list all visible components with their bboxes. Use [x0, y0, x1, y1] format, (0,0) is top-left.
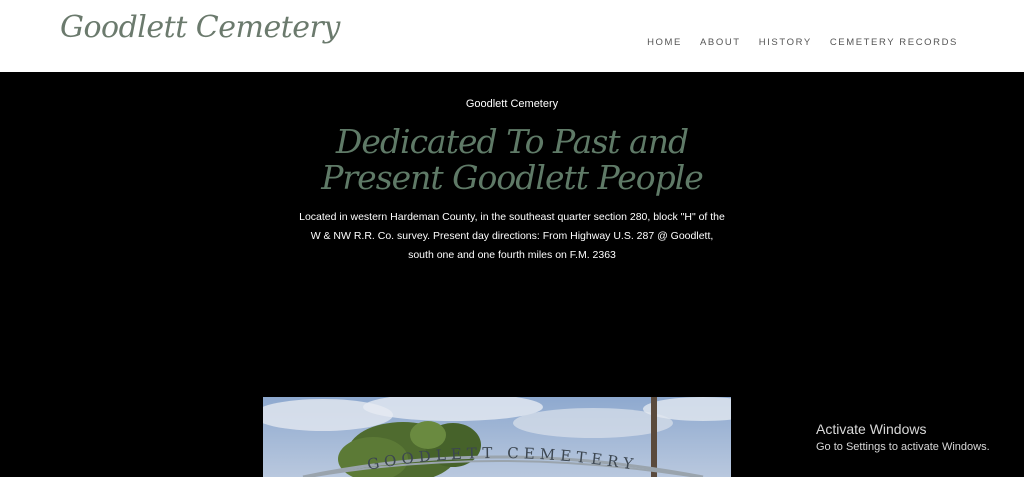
- cemetery-gate-illustration: GOODLETT CEMETERY: [263, 397, 731, 477]
- site-header: Goodlett Cemetery HOME ABOUT HISTORY CEM…: [0, 0, 1024, 72]
- watermark-subtitle: Go to Settings to activate Windows.: [816, 441, 990, 453]
- activate-windows-watermark: Activate Windows Go to Settings to activ…: [816, 421, 990, 455]
- hero-title-line-2: Present Goodlett People: [321, 158, 704, 197]
- hero-subtitle: Goodlett Cemetery: [465, 98, 559, 110]
- nav-cemetery-records[interactable]: CEMETERY RECORDS: [830, 37, 958, 48]
- hero-title-line-1: Dedicated To Past and: [335, 122, 689, 161]
- site-title[interactable]: Goodlett Cemetery: [60, 10, 340, 45]
- hero-description: Located in western Hardeman County, in t…: [299, 211, 725, 261]
- cemetery-gate-photo: GOODLETT CEMETERY: [263, 397, 731, 477]
- main-nav: HOME ABOUT HISTORY CEMETERY RECORDS: [647, 37, 958, 48]
- nav-about[interactable]: ABOUT: [700, 37, 741, 48]
- nav-home[interactable]: HOME: [647, 37, 682, 48]
- nav-history[interactable]: HISTORY: [759, 37, 812, 48]
- watermark-title: Activate Windows: [816, 421, 927, 437]
- hero-title: Dedicated To Past and Present Goodlett P…: [0, 124, 1024, 196]
